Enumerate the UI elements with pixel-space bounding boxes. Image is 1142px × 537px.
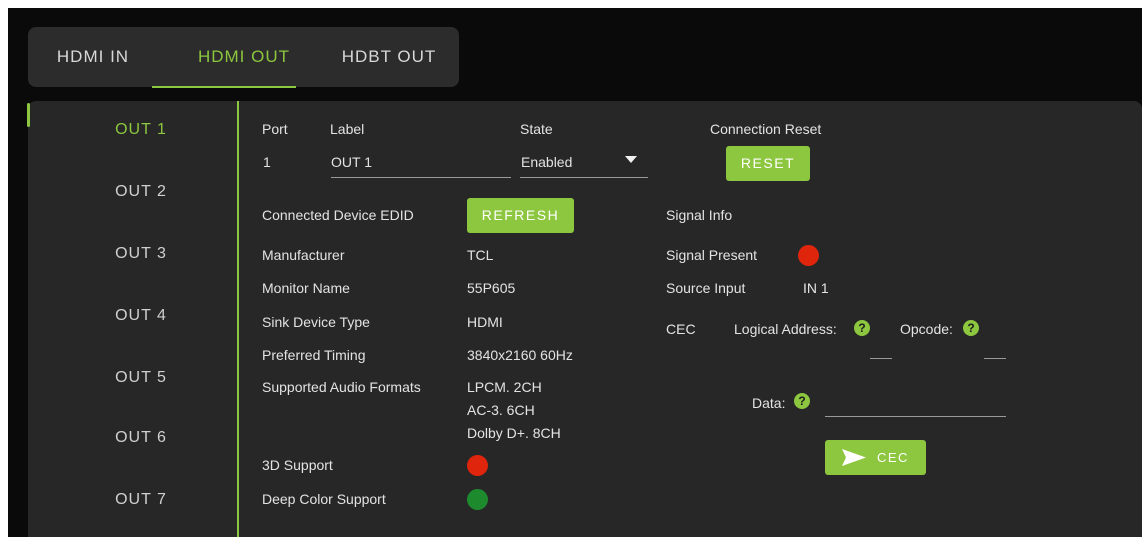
audio-format-item: Dolby D+. 8CH xyxy=(467,425,561,441)
label-header: Label xyxy=(330,121,365,137)
source-input-label: Source Input xyxy=(666,280,746,296)
deep-color-support-label: Deep Color Support xyxy=(262,491,386,507)
logical-address-label: Logical Address: xyxy=(734,321,837,337)
sink-device-type-label: Sink Device Type xyxy=(262,314,370,330)
port-value: 1 xyxy=(263,154,271,170)
preferred-timing-value: 3840x2160 60Hz xyxy=(467,347,573,363)
opcode-input[interactable] xyxy=(984,358,1006,359)
sidebar-item-out-5[interactable]: OUT 5 xyxy=(66,363,216,393)
send-cec-label: CEC xyxy=(877,450,909,465)
tab-hdbt-out[interactable]: HDBT OUT xyxy=(324,27,454,87)
sidebar-divider xyxy=(237,101,239,537)
state-select-underline xyxy=(520,177,648,178)
state-header: State xyxy=(520,121,553,137)
tab-hdmi-out[interactable]: HDMI OUT xyxy=(172,27,316,87)
data-label: Data: xyxy=(752,395,786,411)
send-icon xyxy=(842,449,866,466)
cec-label: CEC xyxy=(666,321,696,337)
manufacturer-value: TCL xyxy=(467,247,494,263)
tab-hdmi-in[interactable]: HDMI IN xyxy=(28,27,158,87)
label-input[interactable]: OUT 1 xyxy=(331,154,509,176)
active-item-indicator xyxy=(27,103,30,127)
sink-device-type-value: HDMI xyxy=(467,314,503,330)
signal-info-title: Signal Info xyxy=(666,207,733,223)
label-input-underline xyxy=(331,177,511,178)
tab-bar: HDMI IN HDMI OUT HDBT OUT xyxy=(28,27,459,87)
audio-format-item: AC-3. 6CH xyxy=(467,402,535,418)
connection-reset-header: Connection Reset xyxy=(710,121,822,137)
signal-present-indicator xyxy=(798,245,819,266)
monitor-name-value: 55P605 xyxy=(467,280,516,296)
sidebar-item-out-1[interactable]: OUT 1 xyxy=(66,115,216,145)
app-frame: HDMI IN HDMI OUT HDBT OUT OUT 1 OUT 2 OU… xyxy=(8,8,1142,537)
data-help-icon[interactable]: ? xyxy=(794,393,810,409)
manufacturer-label: Manufacturer xyxy=(262,247,345,263)
3d-support-label: 3D Support xyxy=(262,457,333,473)
reset-button[interactable]: RESET xyxy=(726,146,810,181)
opcode-help-icon[interactable]: ? xyxy=(963,320,979,336)
sidebar-item-out-3[interactable]: OUT 3 xyxy=(66,239,216,269)
logical-address-help-icon[interactable]: ? xyxy=(854,320,870,336)
signal-present-label: Signal Present xyxy=(666,247,758,263)
edid-title: Connected Device EDID xyxy=(262,207,414,223)
refresh-button[interactable]: REFRESH xyxy=(467,198,574,233)
sidebar-item-out-6[interactable]: OUT 6 xyxy=(66,423,216,453)
deep-color-status-indicator xyxy=(467,489,488,510)
sidebar-item-out-4[interactable]: OUT 4 xyxy=(66,301,216,331)
source-input-value: IN 1 xyxy=(803,280,829,296)
opcode-label: Opcode: xyxy=(900,321,953,337)
audio-format-item: LPCM. 2CH xyxy=(467,379,542,395)
logical-address-input[interactable] xyxy=(870,358,892,359)
data-input[interactable] xyxy=(825,416,1006,417)
chevron-down-icon xyxy=(625,156,637,163)
monitor-name-label: Monitor Name xyxy=(262,280,350,296)
active-tab-underline xyxy=(152,86,296,88)
sidebar-item-out-7[interactable]: OUT 7 xyxy=(66,485,216,515)
preferred-timing-label: Preferred Timing xyxy=(262,347,366,363)
port-header: Port xyxy=(262,121,288,137)
sidebar-item-out-2[interactable]: OUT 2 xyxy=(66,177,216,207)
3d-support-status-indicator xyxy=(467,455,488,476)
send-cec-button[interactable]: CEC xyxy=(825,440,926,475)
supported-audio-formats-label: Supported Audio Formats xyxy=(262,379,421,395)
